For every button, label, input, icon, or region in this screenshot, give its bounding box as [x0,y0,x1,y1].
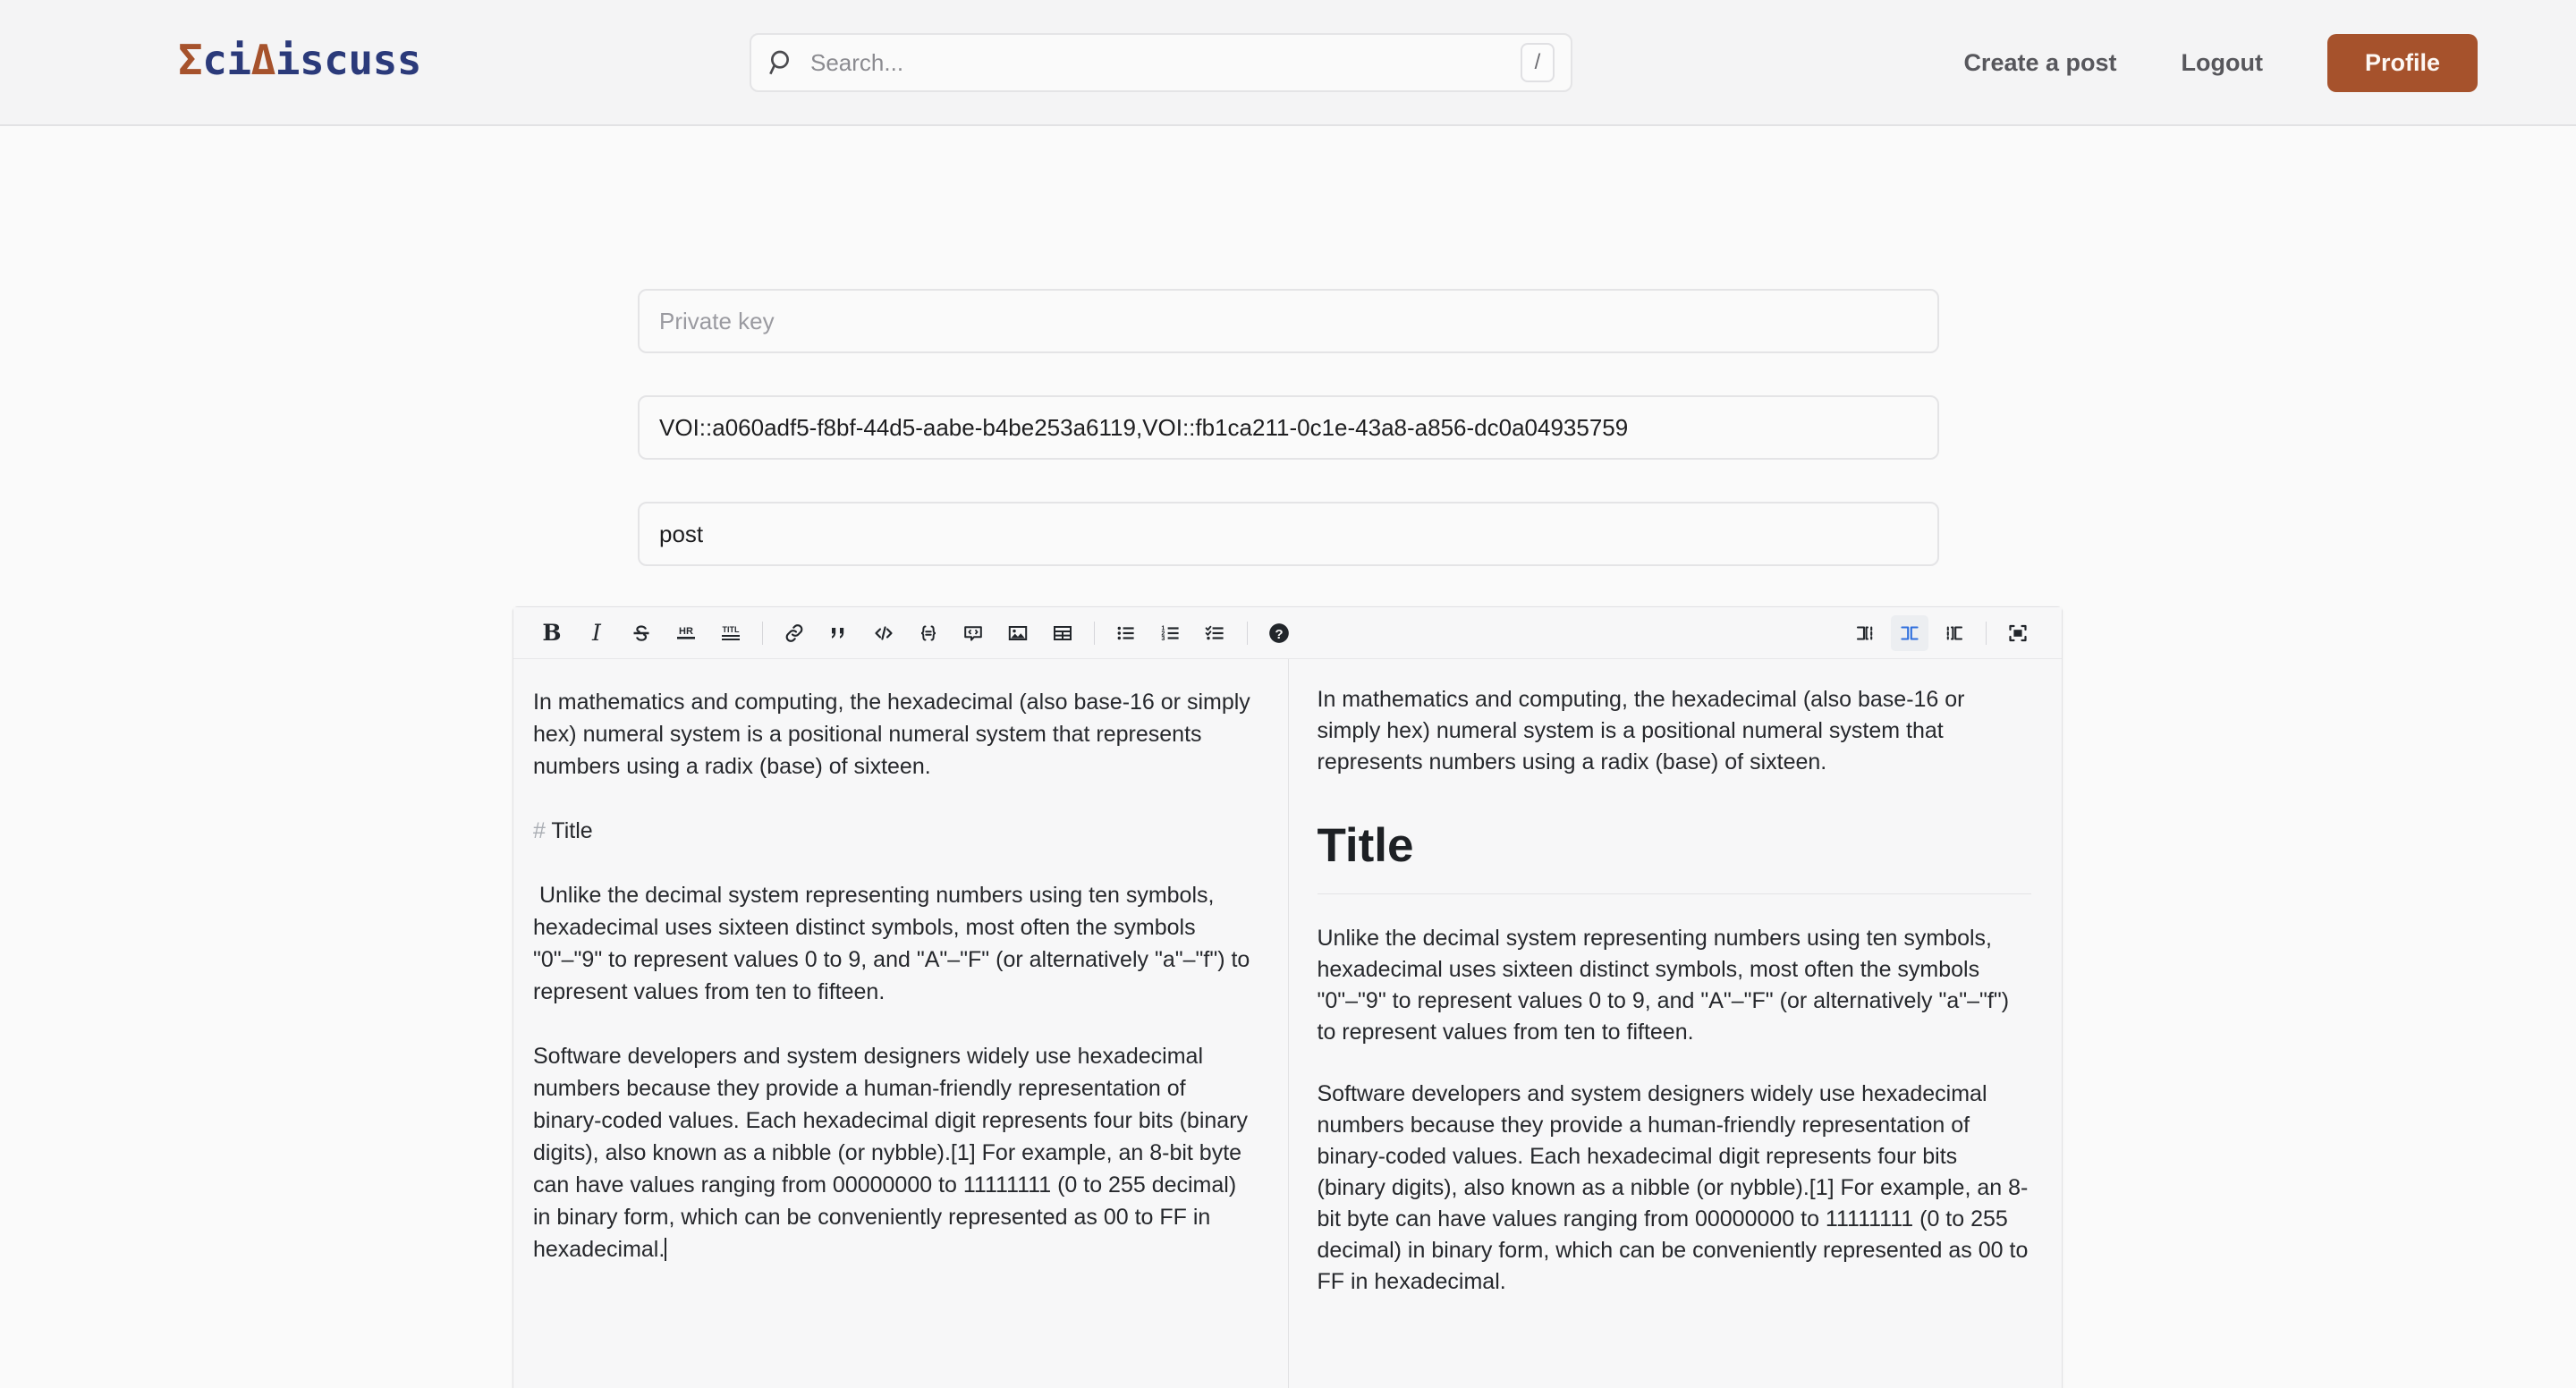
logo-sigma: Σ [178,36,203,84]
source-blank-2 [533,847,1259,879]
horizontal-rule-icon[interactable]: HR [667,615,705,651]
private-key-input[interactable] [638,289,1939,353]
bullet-list-icon[interactable] [1107,615,1145,651]
toolbar-separator-1 [762,621,763,645]
preview-paragraph-3: Software developers and system designers… [1317,1080,2029,1294]
markdown-editor: B I HR TITL 1 2 3 ? In mathematics and c… [513,606,2063,1388]
nav-logout[interactable]: Logout [2182,49,2263,77]
markdown-source-pane[interactable]: In mathematics and computing, the hexade… [513,659,1289,1388]
preview-paragraph-2: Unlike the decimal system representing n… [1317,925,2010,1045]
source-paragraph-3: Software developers and system designers… [533,1040,1259,1265]
bold-icon[interactable]: B [533,615,571,651]
toolbar-separator-4 [1986,621,1987,645]
search-icon [767,48,796,77]
title-input[interactable] [638,502,1939,566]
source-paragraph-2: Unlike the decimal system representing n… [533,883,1257,1004]
search-shortcut-badge: / [1521,43,1555,82]
quote-icon[interactable] [820,615,858,651]
view-mode-split-icon[interactable] [1891,614,1928,651]
profile-button[interactable]: Profile [2326,34,2478,92]
source-paragraph-1: In mathematics and computing, the hexade… [533,690,1257,779]
table-icon[interactable] [1044,615,1081,651]
svg-text:3: 3 [1161,634,1165,642]
source-blank-1 [533,783,1259,815]
svg-text:?: ? [1275,626,1283,641]
logo-delta: Δ [250,36,276,84]
link-icon[interactable] [775,615,813,651]
source-heading-line: # Title [533,815,1259,847]
markdown-preview-pane: In mathematics and computing, the hexade… [1288,659,2062,1388]
italic-icon[interactable]: I [578,615,615,651]
title-icon[interactable]: TITL [712,615,750,651]
image-icon[interactable] [999,615,1037,651]
header-nav: Create a post Logout Profile [1963,0,2478,126]
site-logo[interactable]: ΣciΔiscuss [178,36,421,84]
view-mode-edit-only-icon[interactable] [1846,615,1884,651]
svg-text:TITL: TITL [723,625,740,634]
ordered-list-icon[interactable]: 1 2 3 [1152,615,1190,651]
editor-view-mode-group [1846,614,2044,651]
nav-create-a-post[interactable]: Create a post [1963,49,2116,77]
search-bar[interactable]: / [750,33,1572,92]
toolbar-separator-3 [1247,621,1248,645]
code-block-icon[interactable] [910,615,947,651]
app-header: ΣciΔiscuss / Create a post Logout Profil… [0,0,2576,126]
logo-iscuss: iscuss [275,36,422,84]
heading-text-token: Title [545,818,593,843]
search-input[interactable] [810,48,1521,77]
inline-code-icon[interactable] [865,615,902,651]
help-icon[interactable]: ? [1260,615,1298,651]
toolbar-separator-2 [1094,621,1095,645]
comment-icon[interactable] [954,615,992,651]
preview-heading: Title [1317,819,2031,894]
view-mode-preview-only-icon[interactable] [1936,615,1973,651]
svg-text:HR: HR [679,626,693,637]
tags-input[interactable] [638,395,1939,460]
editor-panes: In mathematics and computing, the hexade… [513,659,2062,1388]
heading-hash-token: # [533,818,546,843]
strikethrough-icon[interactable] [623,615,660,651]
editor-toolbar: B I HR TITL 1 2 3 ? [513,607,2062,659]
source-blank-3 [533,1008,1259,1040]
fullscreen-icon[interactable] [1999,615,2037,651]
source-paragraph-3-text: Software developers and system designers… [533,1044,1254,1262]
task-list-icon[interactable] [1197,615,1234,651]
preview-paragraph-1: In mathematics and computing, the hexade… [1317,687,1965,774]
logo-ci: ci [202,36,251,84]
text-caret [665,1238,667,1261]
